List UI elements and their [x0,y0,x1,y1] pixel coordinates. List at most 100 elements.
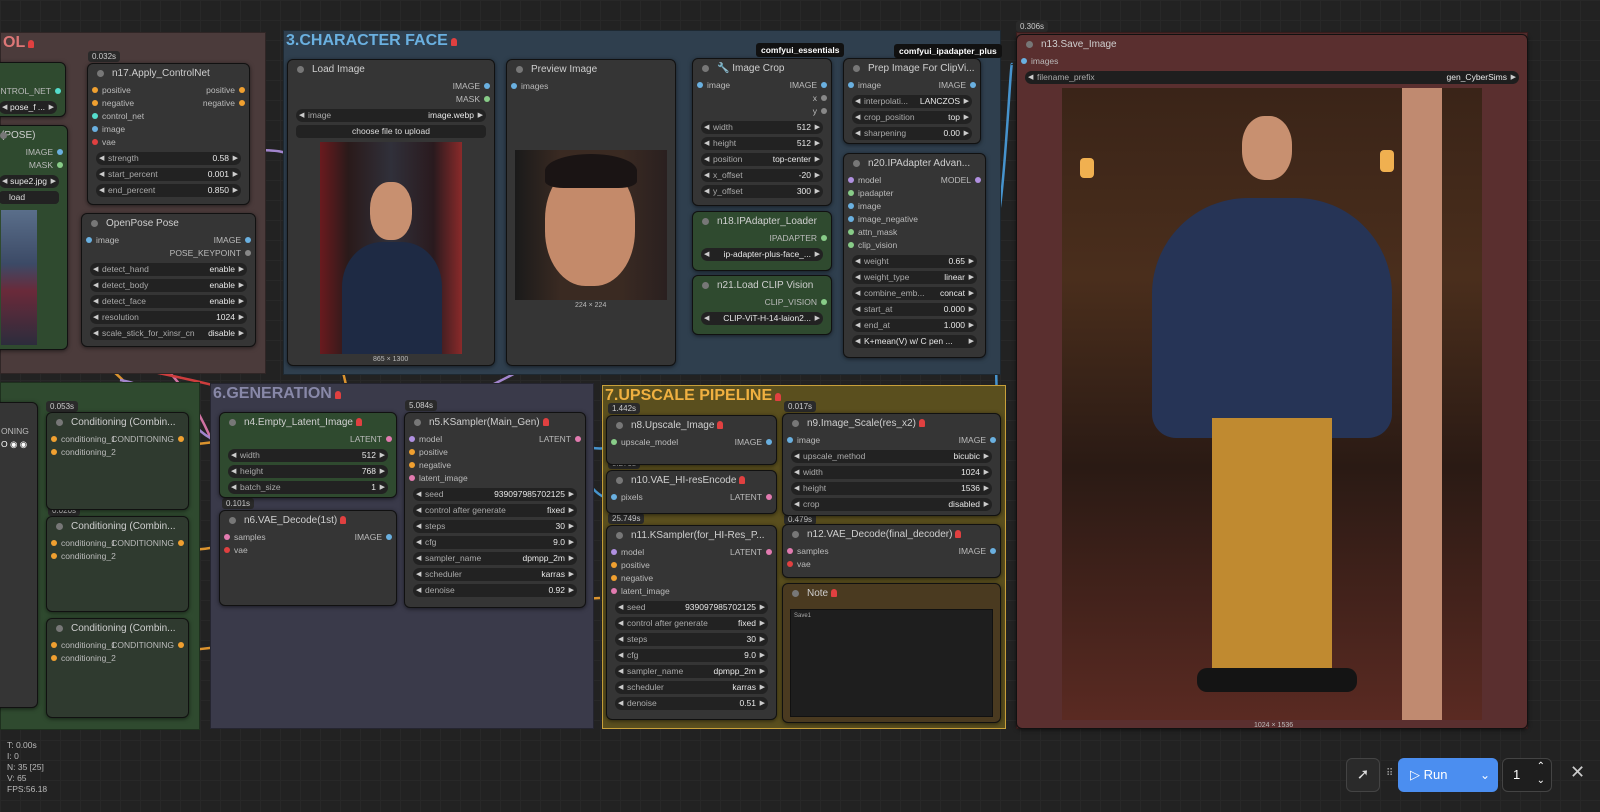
controlnet-loader-node[interactable]: CONTROL_NET pose_f ... [0,62,66,117]
cursor-tool-button[interactable]: ➚ [1346,758,1380,792]
input-slot[interactable] [511,83,517,89]
scale-height-widget[interactable]: height1536 [791,482,992,495]
input-slot[interactable] [86,237,92,243]
crop-position-widget[interactable]: positiontop-center [701,153,823,166]
latent-height-widget[interactable]: height768 [228,465,388,478]
run-button[interactable]: ▷ Run ⌄ [1398,758,1498,792]
output-slot[interactable] [239,87,245,93]
load-clip-vision-node[interactable]: n21.Load CLIP Vision CLIP_VISION CLIP-Vi… [692,275,832,335]
input-slot[interactable] [611,588,617,594]
scheduler-widget[interactable]: schedulerkarras [413,568,577,581]
input-slot[interactable] [1021,58,1027,64]
output-slot[interactable] [55,88,61,94]
input-slot[interactable] [51,449,57,455]
input-slot[interactable] [92,113,98,119]
output-slot[interactable] [821,95,827,101]
drag-handle-icon[interactable]: ⠿ [1386,768,1393,779]
clip-vision-file-widget[interactable]: CLIP-ViT-H-14-laion2... [701,312,823,325]
embeds-scaling-widget[interactable]: K+mean(V) w/ C pen ... [852,335,977,348]
output-slot[interactable] [386,534,392,540]
input-slot[interactable] [92,139,98,145]
ipadapter-file-widget[interactable]: ip-adapter-plus-face_... [701,248,823,261]
input-slot[interactable] [51,436,57,442]
output-slot[interactable] [821,82,827,88]
end-percent-widget[interactable]: end_percent0.850 [96,184,241,197]
sampler-name-widget[interactable]: sampler_namedpmpp_2m [615,665,768,678]
image-crop-node[interactable]: 🔧 Image Crop imageIMAGE x y width512 hei… [692,58,832,206]
sampler-name-widget[interactable]: sampler_namedpmpp_2m [413,552,577,565]
input-slot[interactable] [224,534,230,540]
input-slot[interactable] [611,549,617,555]
weight-widget[interactable]: weight0.65 [852,255,977,268]
resolution-widget[interactable]: resolution1024 [90,311,247,324]
start-percent-widget[interactable]: start_percent0.001 [96,168,241,181]
openpose-node[interactable]: OpenPose Pose imageIMAGE POSE_KEYPOINT d… [81,213,256,347]
input-slot[interactable] [409,449,415,455]
chevron-down-icon[interactable]: ⌄ [1480,758,1490,792]
crop-height-widget[interactable]: height512 [701,137,823,150]
input-slot[interactable] [224,547,230,553]
image-scale-node[interactable]: n9.Image_Scale(res_x2) imageIMAGE upscal… [782,413,1001,516]
close-icon[interactable]: ✕ [1570,762,1585,783]
vae-hires-encode-node[interactable]: n10.VAE_HI-resEncode pixels LATENT [606,470,777,514]
output-slot[interactable] [990,437,996,443]
output-slot[interactable] [178,540,184,546]
end-at-widget[interactable]: end_at1.000 [852,319,977,332]
batch-size-widget[interactable]: batch_size1 [228,481,388,494]
output-slot[interactable] [245,237,251,243]
input-slot[interactable] [787,561,793,567]
note-node[interactable]: Note Save1 [782,583,1001,723]
output-slot[interactable] [821,299,827,305]
input-slot[interactable] [848,177,854,183]
output-slot[interactable] [178,436,184,442]
output-slot[interactable] [821,235,827,241]
detect-body-widget[interactable]: detect_bodyenable [90,279,247,292]
ipadapter-advanced-node[interactable]: n20.IPAdapter Advan... model MODEL ipadap… [843,153,986,358]
output-slot[interactable] [245,250,251,256]
output-slot[interactable] [990,548,996,554]
input-slot[interactable] [611,562,617,568]
output-slot[interactable] [484,96,490,102]
preview-image-node[interactable]: Preview Image images 224 × 224 [506,59,676,366]
choose-file-button[interactable]: choose file to upload [296,125,486,138]
output-slot[interactable] [821,108,827,114]
start-at-widget[interactable]: start_at0.000 [852,303,977,316]
ipadapter-loader-node[interactable]: n18.IPAdapter_Loader IPADAPTER ip-adapte… [692,211,832,271]
steps-widget[interactable]: steps30 [413,520,577,533]
upscale-image-node[interactable]: n8.Upscale_Image upscale_model IMAGE [606,415,777,465]
steps-widget[interactable]: steps30 [615,633,768,646]
conditioning-partial-node[interactable]: ONING O ◉ ◉ [0,402,38,708]
input-slot[interactable] [51,540,57,546]
output-slot[interactable] [766,549,772,555]
input-slot[interactable] [409,462,415,468]
denoise-widget[interactable]: denoise0.51 [615,697,768,710]
pose-image-node[interactable]: (POSE) IMAGE MASK supe2.jpg load [0,125,68,350]
input-slot[interactable] [92,126,98,132]
detect-hand-widget[interactable]: detect_handenable [90,263,247,276]
y-offset-widget[interactable]: y_offset300 [701,185,823,198]
input-slot[interactable] [848,229,854,235]
input-slot[interactable] [92,87,98,93]
output-slot[interactable] [766,439,772,445]
input-slot[interactable] [611,494,617,500]
weight-type-widget[interactable]: weight_typelinear [852,271,977,284]
image-select-widget[interactable]: imageimage.webp [296,109,486,122]
vae-decode-1st-node[interactable]: n6.VAE_Decode(1st) samples IMAGE vae [219,510,397,606]
output-slot[interactable] [57,149,63,155]
scheduler-widget[interactable]: schedulerkarras [615,681,768,694]
prep-image-clipvision-node[interactable]: Prep Image For ClipVi... imageIMAGE inte… [843,58,981,144]
crop-widget[interactable]: cropdisabled [791,498,992,511]
ksampler-main-node[interactable]: n5.KSampler(Main_Gen) model LATENT positi… [404,412,586,608]
input-slot[interactable] [697,82,703,88]
output-slot[interactable] [178,642,184,648]
conditioning-combine-node-1[interactable]: Conditioning (Combin... conditioning_1 CO… [46,412,189,510]
vae-decode-final-node[interactable]: n12.VAE_Decode(final_decoder) samples IMA… [782,524,1001,578]
input-slot[interactable] [92,100,98,106]
latent-width-widget[interactable]: width512 [228,449,388,462]
input-slot[interactable] [787,548,793,554]
combine-embeds-widget[interactable]: combine_emb...concat [852,287,977,300]
denoise-widget[interactable]: denoise0.92 [413,584,577,597]
image-widget[interactable]: supe2.jpg [0,175,59,188]
output-slot[interactable] [766,494,772,500]
control-after-generate-widget[interactable]: control after generatefixed [413,504,577,517]
